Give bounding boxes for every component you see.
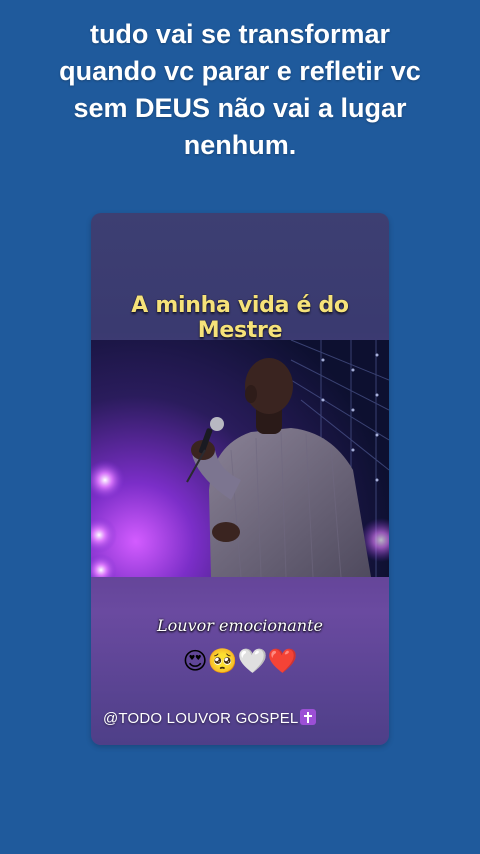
credit-text: @TODO LOUVOR GOSPEL	[103, 710, 299, 727]
caption-text: tudo vai se transformar quando vc parar …	[59, 19, 421, 160]
video-frame[interactable]	[91, 340, 389, 577]
singer-stage-illustration	[91, 340, 389, 577]
video-subtitle: Louvor emocionante	[157, 616, 323, 635]
emoji-row: 😍🥺🤍❤️	[182, 647, 298, 675]
video-card[interactable]: A minha vida é do Mestre Louvor emociona…	[91, 213, 389, 745]
latin-cross-icon	[300, 709, 317, 725]
video-overlay-title: A minha vida é do Mestre	[131, 293, 349, 343]
credit-line: @TODO LOUVOR GOSPEL	[103, 709, 317, 727]
